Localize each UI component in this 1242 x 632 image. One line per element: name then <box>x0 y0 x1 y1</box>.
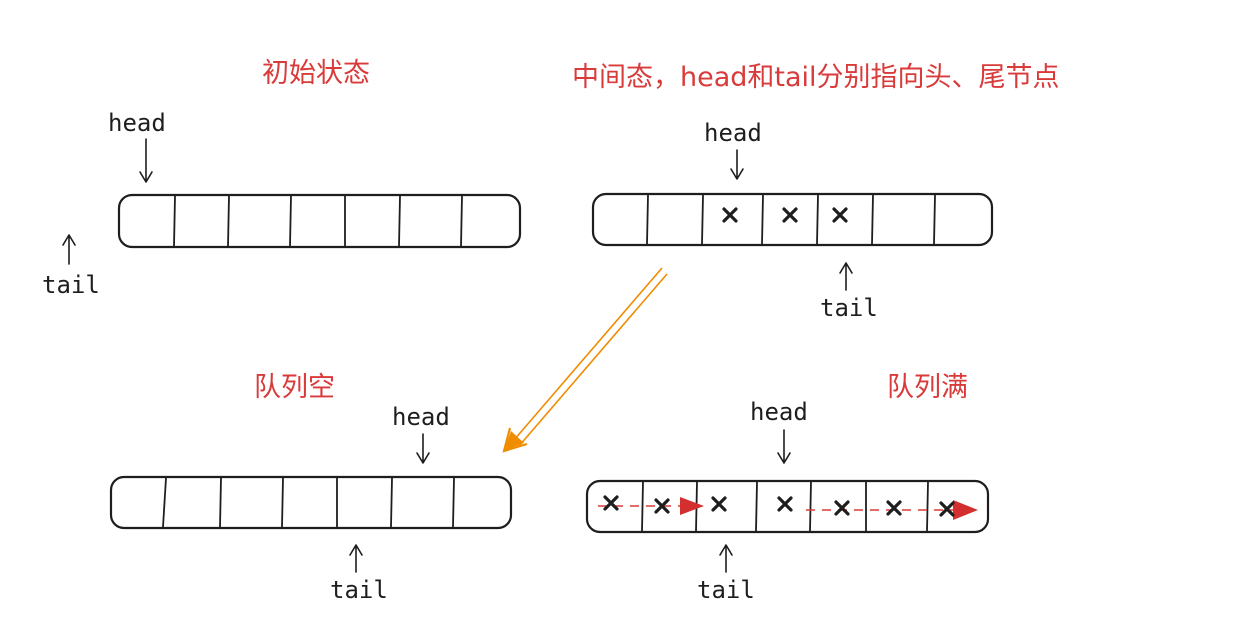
filled-slot-mark <box>834 500 850 516</box>
queue-empty-divider <box>452 477 455 528</box>
queue-initial-divider <box>227 195 230 247</box>
transition-arrow <box>502 267 668 453</box>
filled-slot-mark <box>603 495 619 511</box>
head-label-middle: head <box>704 119 762 147</box>
tail-pointer-arrow-full <box>719 544 733 573</box>
head-pointer-arrow-middle <box>730 149 744 180</box>
queue-initial-divider <box>289 195 292 247</box>
queue-full-divider <box>809 481 812 532</box>
queue-diagram: 初始状态 中间态，head和tail分别指向头、尾节点 队列空 队列满 head… <box>42 58 1060 604</box>
queue-empty-divider <box>219 477 222 528</box>
title-initial-state: 初始状态 <box>262 58 370 89</box>
tail-pointer-arrow-initial <box>62 234 76 265</box>
queue-empty <box>109 475 513 530</box>
queue-empty-divider <box>390 477 393 528</box>
title-middle-state: 中间态，head和tail分别指向头、尾节点 <box>572 62 1060 93</box>
title-queue-full: 队列满 <box>887 372 968 403</box>
tail-pointer-arrow-empty <box>349 544 363 573</box>
head-pointer-arrow-full <box>777 429 791 464</box>
tail-label-middle: tail <box>820 294 878 322</box>
queue-initial-divider <box>173 195 176 247</box>
queue-initial-divider <box>398 195 401 247</box>
queue-initial <box>117 193 522 249</box>
queue-middle-divider <box>646 194 649 245</box>
tail-label-initial: tail <box>42 271 100 299</box>
red-arrowhead <box>680 497 704 515</box>
tail-label-empty: tail <box>330 576 388 604</box>
title-queue-empty: 队列空 <box>254 372 335 403</box>
head-label-full: head <box>750 398 808 426</box>
filled-slot-mark <box>722 207 738 223</box>
filled-slot-mark <box>777 496 793 512</box>
filled-slot-mark <box>832 207 848 223</box>
queue-empty-divider <box>281 477 284 528</box>
filled-slot-mark <box>886 500 902 516</box>
queue-middle-divider <box>933 194 936 245</box>
head-label-empty: head <box>392 403 450 431</box>
tail-label-full: tail <box>697 576 755 604</box>
queue-full-divider <box>755 481 758 532</box>
queue-middle-divider <box>701 194 704 245</box>
red-arrowhead <box>953 500 978 520</box>
queue-full-divider <box>641 481 644 532</box>
queue-middle-divider <box>816 194 819 245</box>
queue-full <box>585 479 990 534</box>
queue-empty-outline <box>109 475 513 530</box>
queue-middle-divider <box>871 194 874 245</box>
queue-middle-divider <box>761 194 764 245</box>
head-pointer-arrow-initial <box>139 138 153 183</box>
queue-initial-outline <box>117 193 522 249</box>
filled-slot-mark <box>782 207 798 223</box>
queue-empty-divider <box>162 477 167 528</box>
queue-initial-divider <box>460 195 463 247</box>
filled-slot-mark <box>711 496 727 512</box>
head-label-initial: head <box>108 109 166 137</box>
queue-middle <box>591 192 994 247</box>
tail-pointer-arrow-middle <box>839 262 853 291</box>
filled-slot-mark <box>939 501 955 517</box>
head-pointer-arrow-empty <box>416 433 430 464</box>
queue-full-divider <box>926 481 929 532</box>
